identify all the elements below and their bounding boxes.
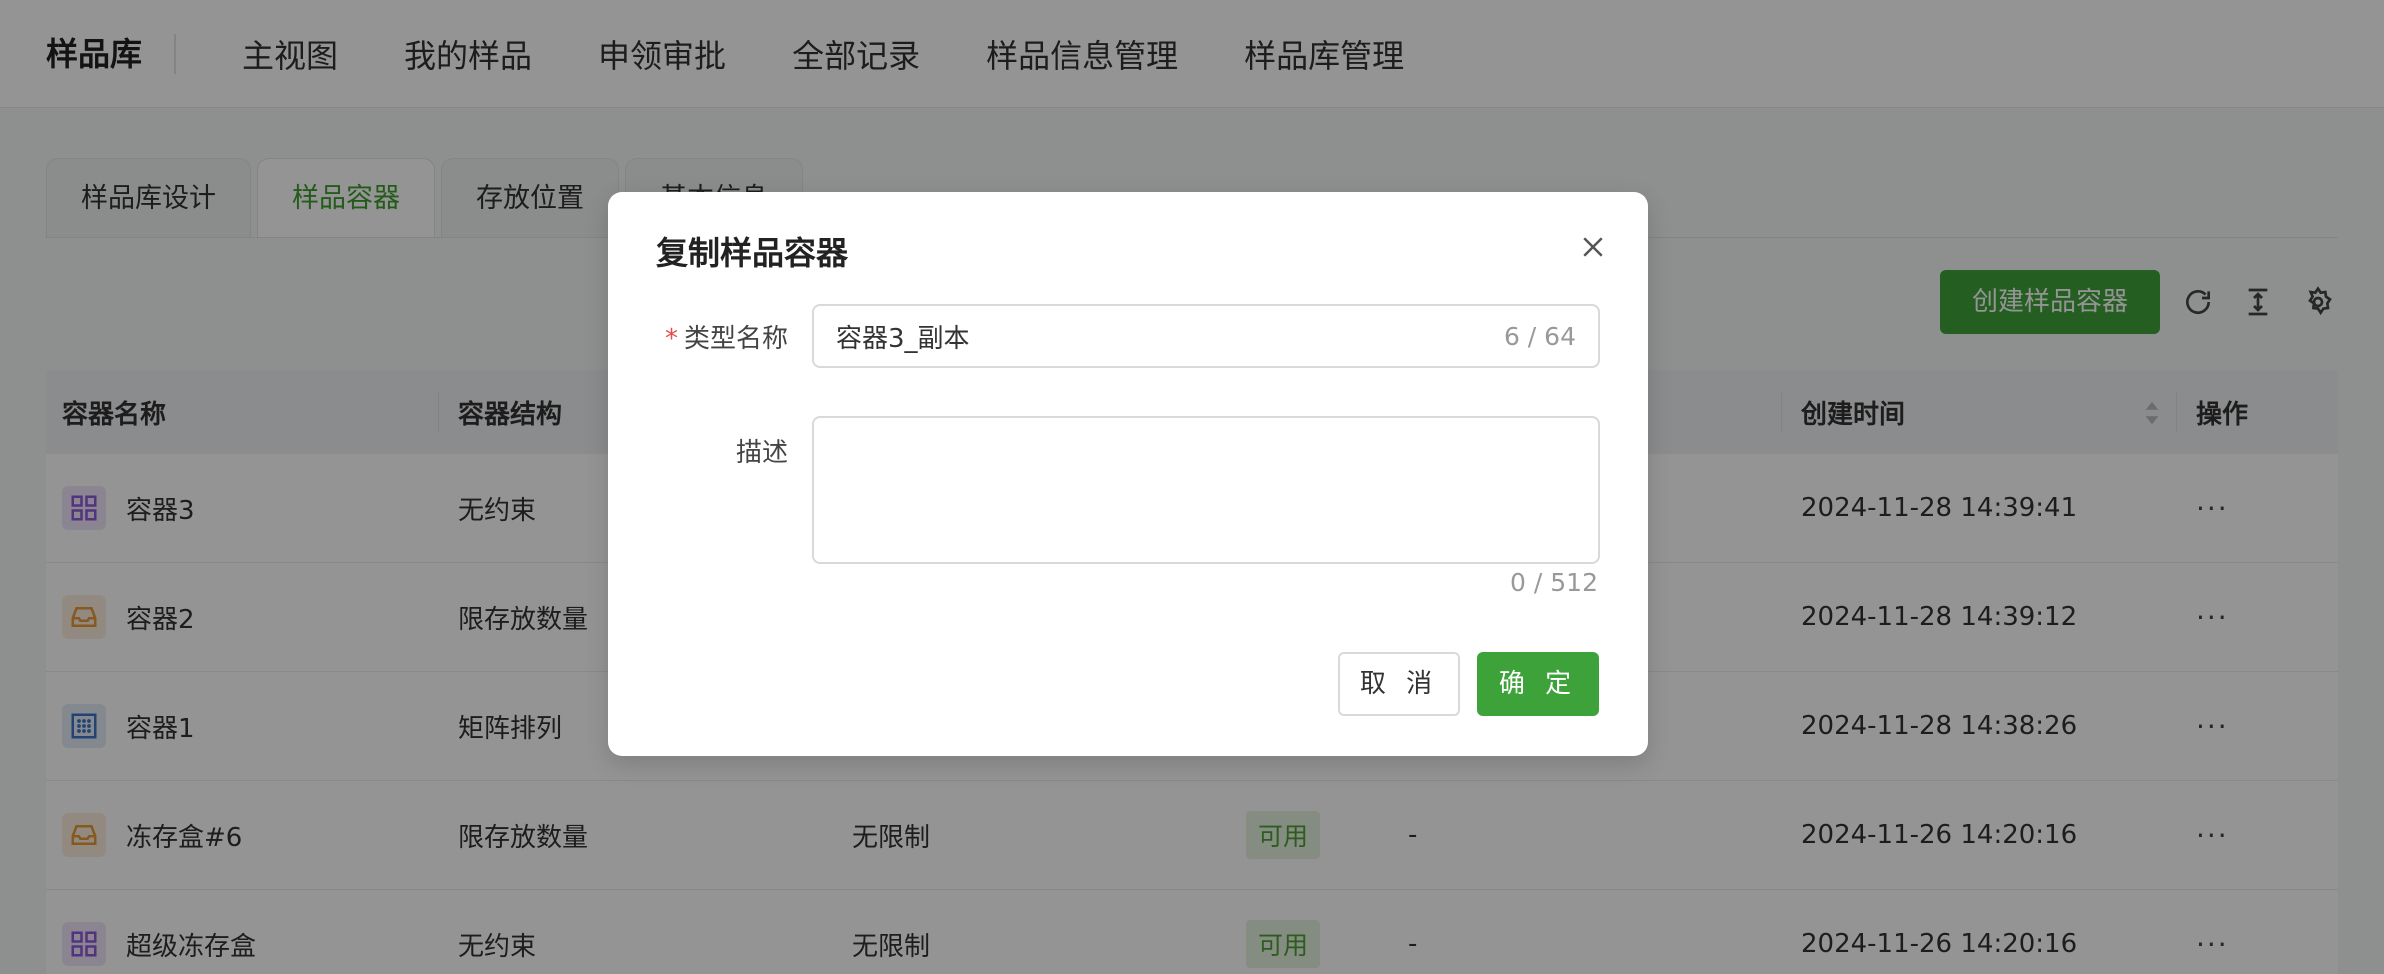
dialog-title: 复制样品容器 (656, 234, 849, 272)
description-counter: 0 / 512 (1510, 568, 1598, 597)
type-name-input[interactable]: 容器3_副本 6 / 64 (812, 304, 1600, 368)
type-name-value: 容器3_副本 (836, 323, 970, 354)
confirm-button[interactable]: 确 定 (1477, 652, 1599, 716)
type-name-label: * 类型名称 (664, 324, 788, 354)
close-icon[interactable] (1578, 232, 1608, 262)
description-textarea[interactable] (812, 416, 1600, 564)
type-name-counter: 6 / 64 (1503, 321, 1576, 351)
copy-container-dialog: 复制样品容器 * 类型名称 容器3_副本 6 / 64 描述 0 / 512 取 … (608, 192, 1648, 756)
cancel-button[interactable]: 取 消 (1338, 652, 1460, 716)
description-label: 描述 (735, 438, 788, 468)
